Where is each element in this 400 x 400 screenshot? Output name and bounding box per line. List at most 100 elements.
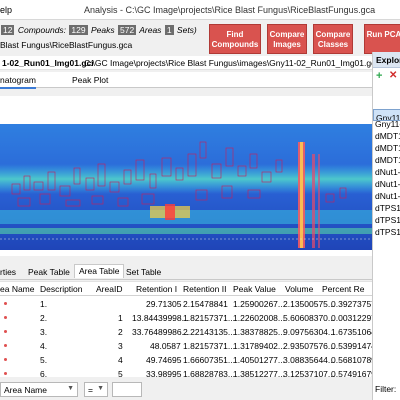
list-item[interactable]: dTPS1-: [373, 214, 400, 226]
cell-area-id: 5: [118, 369, 123, 379]
chevron-down-icon: ▼: [67, 385, 74, 392]
chromatogram-image[interactable]: [0, 124, 372, 250]
list-item[interactable]: dNut1-: [373, 178, 400, 190]
cell-retention-2: 2.15478841: [183, 299, 228, 309]
image-path: C:\GC Image\projects\Rice Blast Fungus\i…: [84, 58, 378, 68]
peaks-label: Peaks: [90, 25, 115, 35]
cell-retention-2: 1.82157371...: [183, 341, 235, 351]
find-compounds-button[interactable]: Find Compounds: [209, 24, 261, 54]
table-tabs: rties Peak Table Area Table Set Table: [0, 264, 372, 280]
table-row[interactable]: 3. 2 33.76489986... 2.22143135... 1.3837…: [0, 325, 376, 339]
col-retention-1[interactable]: Retention I: [136, 284, 177, 294]
list-item[interactable]: dMDT1: [373, 130, 400, 142]
cell-percent: 0.00312297: [331, 313, 376, 323]
close-icon[interactable]: ✕: [389, 70, 397, 81]
row-marker: [4, 344, 7, 347]
title-bar: elp Analysis - C:\GC Image\projects\Rice…: [0, 0, 400, 20]
tab-chromatogram[interactable]: natogram: [0, 75, 36, 89]
table-row[interactable]: 2. 1 13.84439998... 1.82157371... 1.2260…: [0, 311, 376, 325]
cell-peak-value: 1.22602008...: [233, 313, 285, 323]
tab-peak-plot[interactable]: Peak Plot: [72, 75, 108, 85]
filter-value-input[interactable]: [112, 382, 142, 397]
explorer-toolbar: + ✕: [373, 70, 400, 84]
tab-properties[interactable]: rties: [0, 267, 16, 277]
filter-field-value: Area Name: [4, 385, 47, 395]
cell-percent: 0.57491679: [331, 369, 376, 379]
col-peak-value[interactable]: Peak Value: [233, 284, 276, 294]
filter-operator-value: =: [88, 385, 93, 395]
cell-description: 1.: [40, 299, 48, 309]
cell-retention-2: 1.82157371...: [183, 313, 235, 323]
chromatogram-viewer[interactable]: [0, 96, 372, 256]
sets-count: 1: [164, 25, 174, 35]
cell-description: 3.: [40, 327, 48, 337]
compare-images-button[interactable]: Compare Images: [267, 24, 307, 54]
cell-retention-1: 29.71305: [146, 299, 182, 309]
filter-operator-select[interactable]: = ▼: [84, 382, 108, 397]
cell-peak-value: 1.31789402...: [233, 341, 285, 351]
plus-icon[interactable]: +: [376, 70, 382, 82]
table-filter-bar: Area Name ▼ = ▼: [0, 379, 372, 400]
cell-peak-value: 1.38512277...: [233, 369, 285, 379]
col-area-id[interactable]: AreaID: [96, 284, 122, 294]
col-percent-response[interactable]: Percent Re: [322, 284, 365, 294]
cell-retention-1: 33.98995: [146, 369, 182, 379]
filter-field-select[interactable]: Area Name ▼: [0, 382, 78, 397]
sets-label: Sets): [176, 25, 197, 35]
table-row[interactable]: 4. 3 48.0587 1.82157371... 1.31789402...…: [0, 339, 376, 353]
table-row[interactable]: 1. 29.71305 2.15478841 1.25900267... 2.1…: [0, 297, 376, 311]
menu-help[interactable]: elp: [0, 5, 12, 15]
cell-retention-1: 33.76489986...: [132, 327, 189, 337]
cell-percent: 0.56810789: [331, 355, 376, 365]
cell-percent: 1.67351064: [331, 327, 376, 337]
explorer-list[interactable]: Gny11- Gny11- Gny11- dMDT1 dMDT1 dMDT1 d…: [373, 106, 400, 238]
window-title: Analysis - C:\GC Image\projects\Rice Bla…: [84, 5, 376, 15]
cell-area-id: 3: [118, 341, 123, 351]
list-item[interactable]: dTPS1-: [373, 202, 400, 214]
list-item[interactable]: dMDT1: [373, 154, 400, 166]
peaks-count: 572: [117, 25, 137, 35]
cell-volume: 3.12537107...: [283, 369, 335, 379]
run-pca-button[interactable]: Run PCA: [364, 24, 400, 54]
cell-retention-1: 48.0587: [150, 341, 181, 351]
view-tabs: natogram Peak Plot: [0, 72, 372, 89]
col-volume[interactable]: Volume: [285, 284, 313, 294]
cell-volume: 9.09756304...: [283, 327, 335, 337]
cell-peak-value: 1.25900267...: [233, 299, 285, 309]
explorer-filter-label: Filter:: [375, 384, 397, 394]
areas-label: Areas: [139, 25, 162, 35]
image-filename: 1-02_Run01_Img01.gci: [2, 58, 94, 68]
col-description[interactable]: Description: [40, 284, 83, 294]
cell-percent: 0.39273757: [331, 299, 376, 309]
row-marker: [4, 316, 7, 319]
tab-set-table[interactable]: Set Table: [126, 267, 161, 277]
list-item[interactable]: dNut1-: [373, 190, 400, 202]
count-badge: 12: [1, 25, 15, 35]
list-item[interactable]: dNut1-: [373, 166, 400, 178]
col-area-name[interactable]: ea Name: [0, 284, 35, 294]
cell-description: 4.: [40, 341, 48, 351]
cell-area-id: 1: [118, 313, 123, 323]
row-marker: [4, 302, 7, 305]
stats-row: 12 Compounds: 129 Peaks 572 Areas 1 Sets…: [0, 25, 197, 35]
cell-retention-2: 1.68828783...: [183, 369, 235, 379]
tab-peak-table[interactable]: Peak Table: [28, 267, 70, 277]
cell-retention-2: 1.66607351...: [183, 355, 235, 365]
col-retention-2[interactable]: Retention II: [183, 284, 226, 294]
area-table[interactable]: ea Name Description AreaID Retention I R…: [0, 281, 376, 379]
cell-description: 2.: [40, 313, 48, 323]
compounds-count: 129: [69, 25, 88, 35]
list-item[interactable]: Gny11-: [373, 109, 400, 121]
list-item[interactable]: dMDT1: [373, 142, 400, 154]
cell-retention-1: 49.74695: [146, 355, 182, 365]
cell-retention-2: 2.22143135...: [183, 327, 235, 337]
cell-description: 5.: [40, 355, 48, 365]
list-item[interactable]: dTPS1-: [373, 226, 400, 238]
stats-summary: 12 Compounds: 129 Peaks 572 Areas 1 Sets…: [0, 20, 210, 42]
cell-percent: 0.53991474: [331, 341, 376, 351]
table-row[interactable]: 5. 4 49.74695 1.66607351... 1.40501277..…: [0, 353, 376, 367]
compare-classes-button[interactable]: Compare Classes: [313, 24, 353, 54]
tab-area-table[interactable]: Area Table: [74, 264, 125, 278]
cell-area-id: 2: [118, 327, 123, 337]
cell-area-id: 4: [118, 355, 123, 365]
